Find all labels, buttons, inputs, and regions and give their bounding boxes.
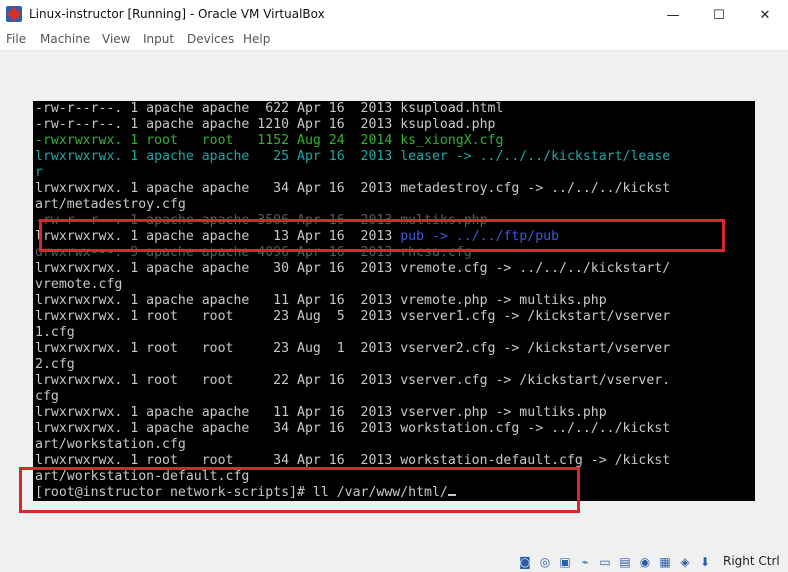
optical-drive-icon[interactable]: ◎ <box>537 554 553 570</box>
cpu-icon[interactable]: ▦ <box>657 554 673 570</box>
menu-bar: File Machine View Input Devices Help <box>0 30 788 51</box>
terminal-line: lrwxrwxrwx. 1 apache apache 11 Apr 16 20… <box>35 293 607 308</box>
terminal-line: lrwxrwxrwx. 1 apache apache 11 Apr 16 20… <box>35 405 607 420</box>
menu-view[interactable]: View <box>102 32 130 46</box>
usb-icon[interactable]: ⌁ <box>577 554 593 570</box>
terminal-line: lrwxrwxrwx. 1 apache apache 34 Apr 16 20… <box>35 181 671 196</box>
host-key-label: Right Ctrl <box>723 554 780 568</box>
terminal-line: lrwxrwxrwx. 1 root root 23 Aug 1 2013 vs… <box>35 341 671 356</box>
terminal-line: 1.cfg <box>35 325 75 340</box>
video-capture-icon[interactable]: ◉ <box>637 554 653 570</box>
terminal-line: art/workstation.cfg <box>35 437 186 452</box>
terminal-line: lrwxrwxrwx. 1 apache apache 30 Apr 16 20… <box>35 261 671 276</box>
terminal-line: r <box>35 165 43 180</box>
title-bar: Linux-instructor [Running] - Oracle VM V… <box>0 0 788 30</box>
window-title: Linux-instructor [Running] - Oracle VM V… <box>29 7 325 21</box>
highlight-box-pub-link <box>39 219 725 252</box>
hard-disk-icon[interactable]: ◙ <box>517 554 533 570</box>
terminal-line: vremote.cfg <box>35 277 123 292</box>
terminal-console[interactable]: -rw-r--r--. 1 apache apache 622 Apr 16 2… <box>33 101 755 501</box>
host-key-arrow-icon[interactable]: ⬇ <box>697 554 713 570</box>
menu-devices[interactable]: Devices <box>187 32 234 46</box>
menu-machine[interactable]: Machine <box>40 32 90 46</box>
menu-file[interactable]: File <box>6 32 26 46</box>
terminal-line: -rwxrwxrwx. 1 root root 1152 Aug 24 2014… <box>35 133 504 148</box>
display-icon[interactable]: ▤ <box>617 554 633 570</box>
terminal-line: art/metadestroy.cfg <box>35 197 186 212</box>
maximize-button[interactable]: ☐ <box>696 0 742 30</box>
terminal-line: lrwxrwxrwx. 1 apache apache 25 Apr 16 20… <box>35 149 671 164</box>
terminal-line: -rw-r--r--. 1 apache apache 622 Apr 16 2… <box>35 101 504 116</box>
terminal-line: cfg <box>35 389 59 404</box>
menu-help[interactable]: Help <box>243 32 270 46</box>
mouse-integration-icon[interactable]: ◈ <box>677 554 693 570</box>
minimize-button[interactable]: — <box>650 0 696 30</box>
terminal-line: lrwxrwxrwx. 1 root root 22 Apr 16 2013 v… <box>35 373 671 388</box>
close-button[interactable]: ✕ <box>742 0 788 30</box>
terminal-line: lrwxrwxrwx. 1 root root 23 Aug 5 2013 vs… <box>35 309 671 324</box>
terminal-line: 2.cfg <box>35 357 75 372</box>
terminal-line: -rw-r--r--. 1 apache apache 1210 Apr 16 … <box>35 117 496 132</box>
terminal-line: lrwxrwxrwx. 1 apache apache 34 Apr 16 20… <box>35 421 671 436</box>
menu-input[interactable]: Input <box>143 32 174 46</box>
shared-folders-icon[interactable]: ▭ <box>597 554 613 570</box>
network-icon[interactable]: ▣ <box>557 554 573 570</box>
virtualbox-app-icon <box>6 6 22 22</box>
highlight-box-prompt <box>19 467 580 513</box>
